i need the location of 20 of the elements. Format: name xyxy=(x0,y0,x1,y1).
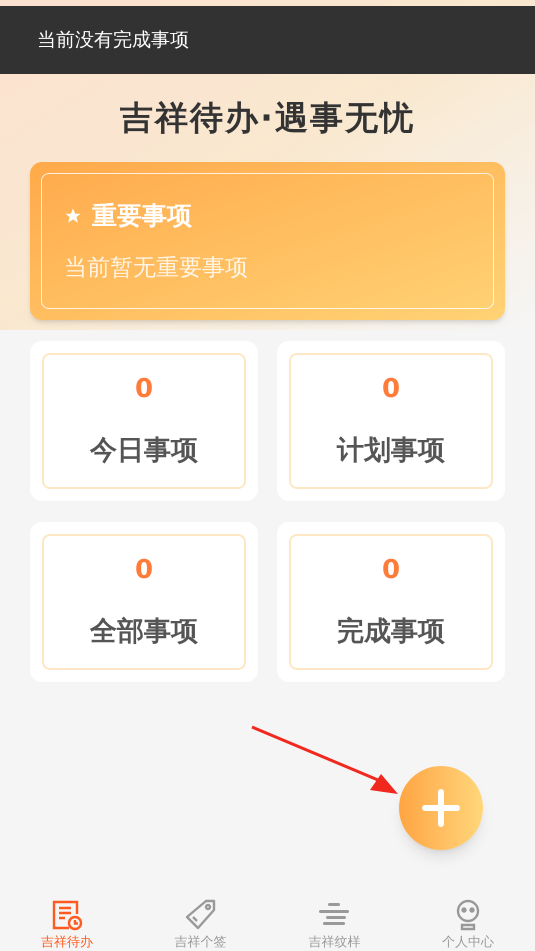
stat-card[interactable]: 0 计划事项 xyxy=(277,341,505,501)
stat-count: 0 xyxy=(134,373,154,406)
star-icon xyxy=(64,206,82,225)
stat-label: 全部事项 xyxy=(90,615,198,650)
plus-icon xyxy=(422,789,460,827)
stat-count: 0 xyxy=(382,554,400,588)
empty-message: 当前暂无重要事项 xyxy=(64,254,249,282)
toast-message: 当前没有完成事项 xyxy=(0,6,535,74)
card-title: 重要事项 xyxy=(92,200,192,232)
stat-card[interactable]: 0 今日事项 xyxy=(30,341,258,501)
stat-card[interactable]: 0 完成事项 xyxy=(277,522,505,682)
stat-count: 0 xyxy=(382,373,400,406)
stat-label: 今日事项 xyxy=(90,434,198,468)
app-title: 吉祥待办·遇事无忧 xyxy=(120,97,415,140)
tag-icon xyxy=(184,899,218,931)
document-clock-icon xyxy=(50,899,83,931)
stat-card[interactable]: 0 全部事项 xyxy=(30,522,258,682)
stat-label: 完成事项 xyxy=(337,615,445,650)
stat-count: 0 xyxy=(134,554,154,588)
stat-label: 计划事项 xyxy=(337,434,445,468)
